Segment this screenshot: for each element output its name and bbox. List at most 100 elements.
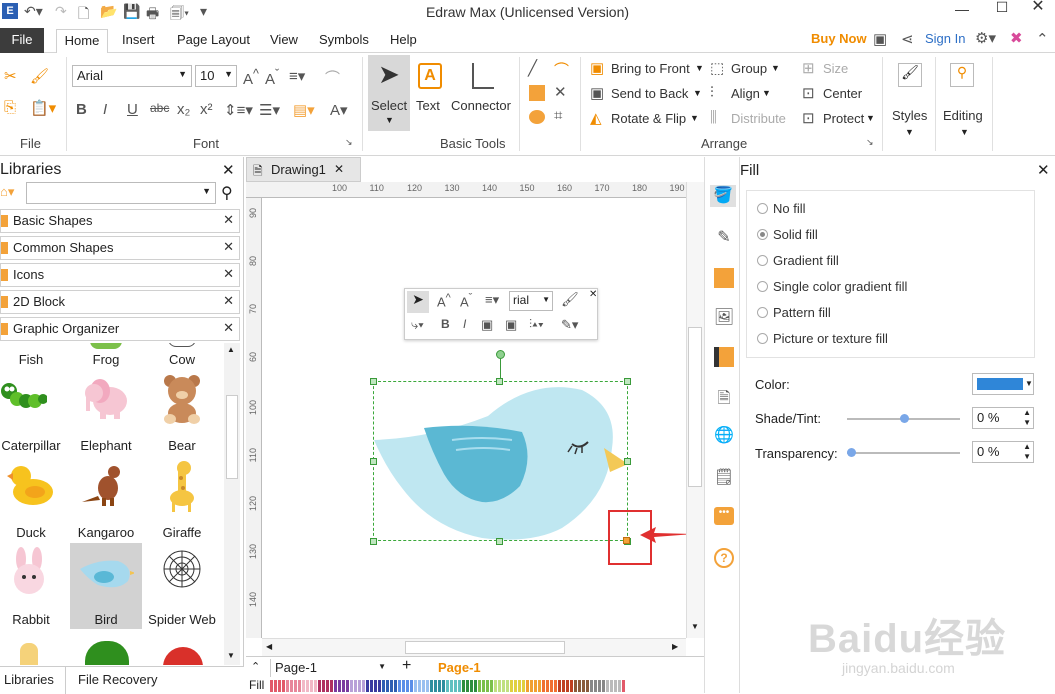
maximize-icon[interactable]: ☐ (984, 0, 1020, 22)
tab-insert[interactable]: Insert (122, 32, 155, 47)
color-swatch[interactable] (426, 680, 429, 692)
color-swatch[interactable] (530, 680, 533, 692)
color-swatch[interactable] (314, 680, 317, 692)
font-name-select[interactable]: Arial ▼ (72, 65, 192, 87)
close-icon[interactable]: ✕ (223, 212, 234, 228)
text-path-icon[interactable]: ⌒ (325, 67, 340, 88)
color-swatch[interactable] (602, 680, 605, 692)
scroll-thumb[interactable] (688, 327, 702, 487)
color-swatch[interactable] (598, 680, 601, 692)
color-swatch[interactable] (454, 680, 457, 692)
print-icon[interactable]: 🖶 (146, 3, 159, 27)
bring-front-icon[interactable]: ▣ (481, 317, 493, 333)
color-swatch[interactable] (550, 680, 553, 692)
color-swatch[interactable] (502, 680, 505, 692)
color-swatch[interactable] (538, 680, 541, 692)
color-swatch[interactable] (606, 680, 609, 692)
close-libraries-icon[interactable]: ✕ (222, 161, 235, 179)
library-common-shapes[interactable]: Common Shapes ✕ (0, 236, 240, 260)
close-icon[interactable]: ✕ (223, 266, 234, 282)
color-swatch[interactable] (374, 680, 377, 692)
font-size-select[interactable]: 10 ▼ (195, 65, 237, 87)
distribute-button[interactable]: Distribute (731, 111, 786, 126)
color-swatch[interactable] (310, 680, 313, 692)
ellipse-icon[interactable] (529, 110, 545, 124)
search-icon[interactable]: ⚲ (221, 183, 233, 203)
chevron-down-icon[interactable]: ▼ (690, 113, 699, 123)
grow-font-icon[interactable]: A^ (437, 292, 451, 309)
highlight-icon[interactable]: ▤▾ (293, 101, 315, 119)
cut-icon[interactable]: ✂ (4, 67, 17, 85)
theme-icon[interactable]: ✖ (1010, 29, 1023, 47)
chevron-down-icon[interactable]: ▼ (762, 88, 771, 98)
scroll-down-icon[interactable]: ▼ (227, 651, 235, 660)
page-select[interactable]: Page-1 ▼ (270, 659, 388, 677)
color-swatch[interactable] (406, 680, 409, 692)
color-swatch[interactable] (442, 680, 445, 692)
scroll-down-icon[interactable]: ▼ (691, 622, 699, 631)
document-tab[interactable]: 🗎 Drawing1 ✕ (246, 157, 361, 182)
color-swatch[interactable] (534, 680, 537, 692)
color-swatch[interactable] (402, 680, 405, 692)
color-swatch[interactable] (558, 680, 561, 692)
color-swatch[interactable] (614, 680, 617, 692)
buy-now-link[interactable]: Buy Now (811, 31, 867, 46)
settings-gear-icon[interactable]: ⚙▾ (975, 29, 996, 47)
bring-to-front-button[interactable]: Bring to Front (611, 61, 690, 76)
color-swatch[interactable] (394, 680, 397, 692)
shrink-font-icon[interactable]: Aˇ (460, 292, 472, 309)
color-swatch[interactable] (482, 680, 485, 692)
chevron-down-icon[interactable]: ▼ (771, 63, 780, 73)
radio-pattern-fill[interactable]: Pattern fill (757, 305, 831, 320)
line-tool-icon[interactable]: ✎ (713, 227, 735, 249)
shape-fish[interactable]: Fish (0, 343, 67, 369)
sign-in-link[interactable]: Sign In (925, 31, 965, 46)
line-style-icon[interactable]: ✎▾ (561, 317, 578, 333)
color-swatch[interactable] (510, 680, 513, 692)
collapse-ribbon-icon[interactable]: ⌃ (1036, 30, 1049, 48)
color-swatch[interactable] (506, 680, 509, 692)
bullets-icon[interactable]: ☰▾ (259, 101, 280, 119)
resize-handle-bottom[interactable] (496, 538, 503, 545)
align-button[interactable]: Align (731, 86, 760, 101)
resize-handle-top[interactable] (496, 378, 503, 385)
connector-tool-button[interactable]: Connector (450, 55, 516, 131)
color-swatch[interactable] (566, 680, 569, 692)
color-swatch[interactable] (414, 680, 417, 692)
layer-tool-icon[interactable] (714, 347, 734, 367)
radio-single-color-gradient-fill[interactable]: Single color gradient fill (757, 279, 907, 294)
color-picker[interactable]: ▼ (972, 373, 1034, 395)
subscript-icon[interactable]: x₂ (177, 101, 190, 118)
color-swatch[interactable] (342, 680, 345, 692)
crop-icon[interactable]: ⌗ (554, 107, 562, 124)
color-swatch[interactable] (338, 680, 341, 692)
strikethrough-icon[interactable]: abc (150, 101, 169, 115)
color-swatch[interactable] (274, 680, 277, 692)
shape-bear[interactable]: Bear (146, 369, 218, 455)
color-swatch[interactable] (434, 680, 437, 692)
italic-icon[interactable]: I (103, 101, 107, 118)
scroll-up-icon[interactable]: ▲ (227, 345, 235, 354)
shape-bird[interactable]: Bird (70, 543, 142, 629)
close-icon[interactable]: ✕ (334, 162, 344, 176)
shape-tree-icon[interactable] (85, 641, 129, 665)
transparency-input[interactable]: 0 % ▲ ▼ (972, 441, 1034, 463)
transparency-slider[interactable] (847, 452, 960, 454)
minimize-icon[interactable]: — (944, 2, 980, 24)
color-swatch[interactable] (354, 680, 357, 692)
redo-icon[interactable]: ↷ (55, 3, 67, 20)
transparency-knob[interactable] (847, 448, 856, 457)
color-swatch[interactable] (398, 680, 401, 692)
help-icon[interactable]: ? (714, 548, 734, 568)
color-swatch[interactable] (574, 680, 577, 692)
arrange-dialog-launcher-icon[interactable]: ↘ (866, 137, 874, 148)
underline-icon[interactable]: U (127, 101, 138, 118)
shape-spider-web[interactable]: Spider Web (146, 543, 218, 629)
color-swatch[interactable] (302, 680, 305, 692)
color-swatch[interactable] (546, 680, 549, 692)
color-swatch[interactable] (370, 680, 373, 692)
color-swatch[interactable] (286, 680, 289, 692)
paste-icon[interactable]: 📋▾ (30, 99, 56, 117)
color-swatch[interactable] (350, 680, 353, 692)
resize-handle-top-right[interactable] (624, 378, 631, 385)
